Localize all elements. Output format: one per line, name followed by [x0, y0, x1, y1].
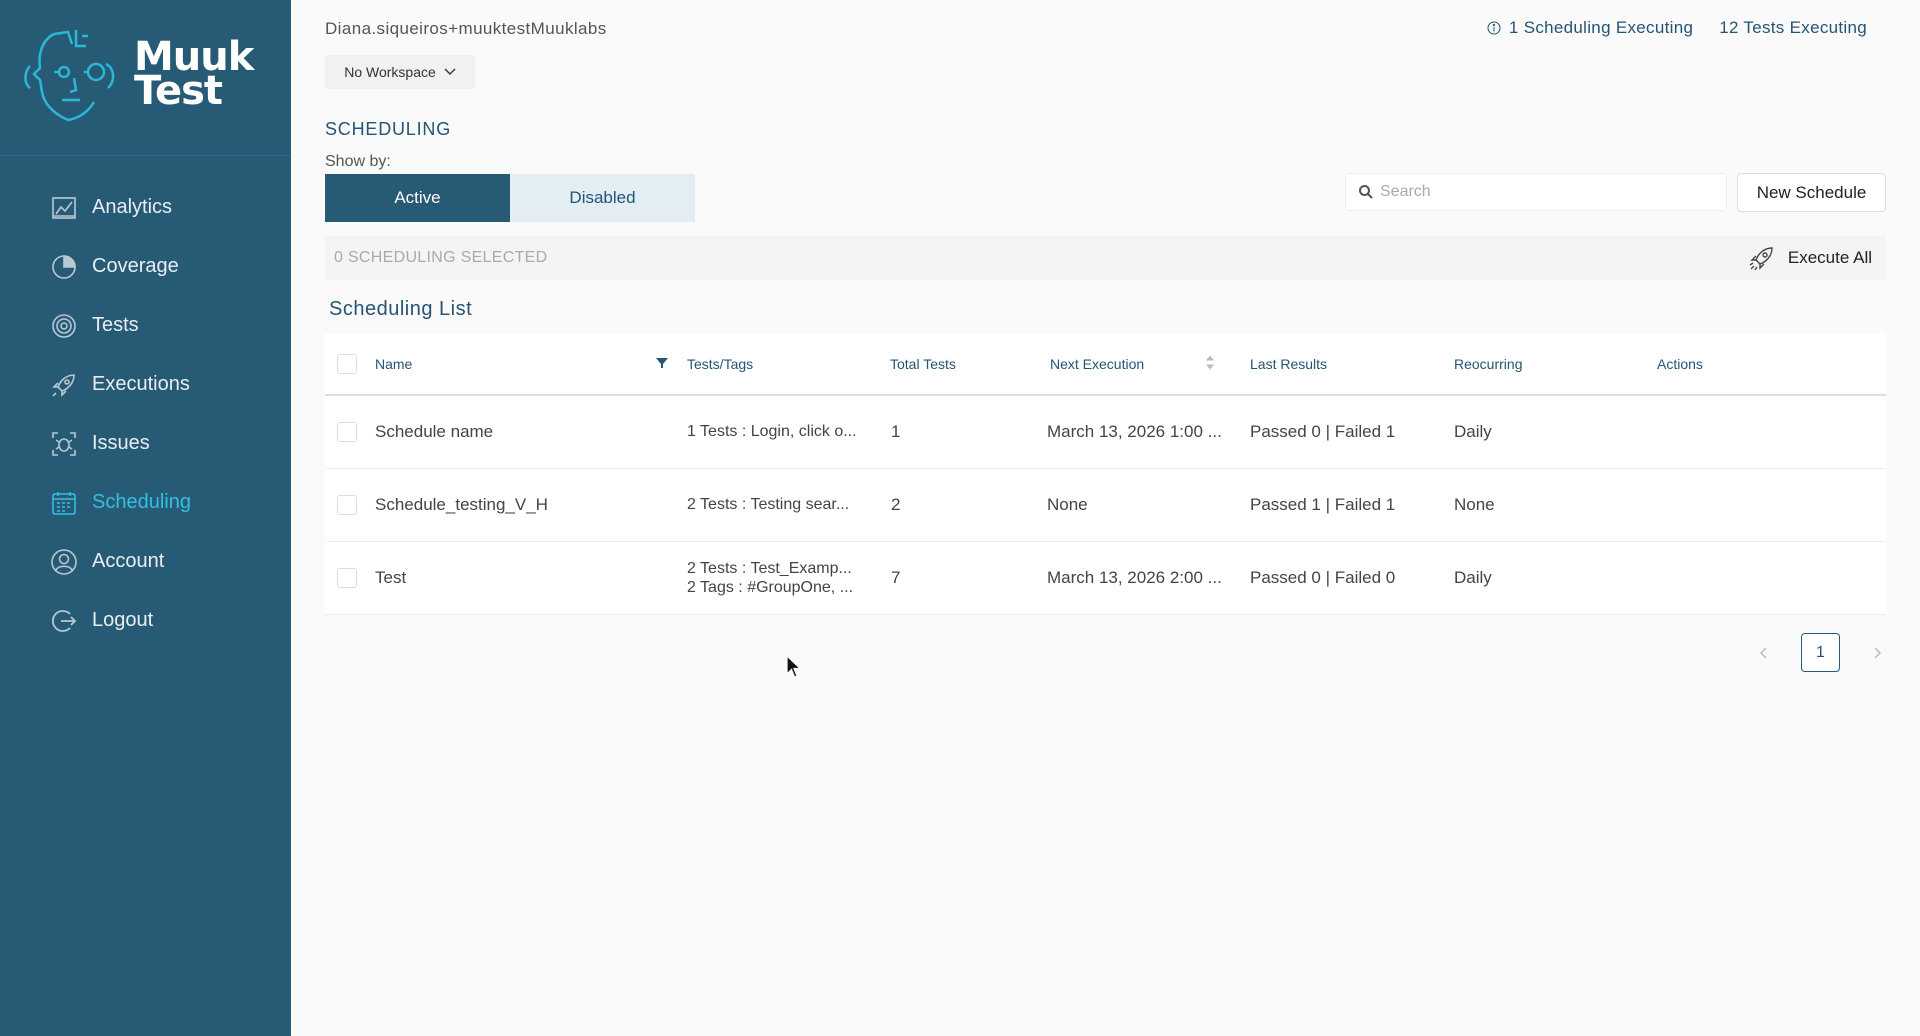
schedule-next-execution: March 13, 2026 1:00 ... — [1047, 422, 1222, 441]
chevron-down-icon — [444, 68, 456, 75]
scheduling-table: Name Tests/Tags Total Tests Next Executi… — [325, 333, 1886, 615]
sidebar-item-label: Executions — [92, 373, 190, 395]
schedule-name[interactable]: Test — [375, 568, 406, 588]
rocket-icon — [50, 371, 78, 399]
show-by-toggle: Active Disabled — [325, 174, 695, 222]
schedule-tests-tags: 1 Tests : Login, click o... — [687, 423, 857, 440]
schedule-total-tests: 1 — [891, 422, 901, 441]
select-all-checkbox[interactable] — [337, 353, 357, 374]
sidebar-item-label: Scheduling — [92, 491, 191, 513]
logo-face-icon — [24, 30, 115, 122]
show-by-label: Show by: — [325, 153, 391, 170]
sidebar-item-issues[interactable]: Issues — [0, 414, 291, 473]
sidebar-item-coverage[interactable]: Coverage — [0, 237, 291, 296]
new-schedule-button[interactable]: New Schedule — [1737, 173, 1886, 212]
main-content: Diana.siqueiros+muuktestMuuklabs 1 Sched… — [291, 0, 1920, 1036]
row-checkbox[interactable] — [337, 422, 357, 442]
prev-page-icon[interactable] — [1753, 643, 1773, 663]
schedule-last-results: Passed 0 | Failed 1 — [1250, 422, 1396, 441]
execute-all-label: Execute All — [1787, 248, 1872, 267]
schedule-total-tests: 7 — [891, 568, 901, 587]
search-input[interactable] — [1380, 183, 1720, 201]
sidebar-item-label: Tests — [92, 314, 139, 336]
execute-all-button[interactable]: Execute All — [1748, 244, 1872, 272]
sidebar-item-logout[interactable]: Logout — [0, 591, 291, 650]
schedule-tags-line: 2 Tags : #GroupOne, ... — [687, 579, 854, 596]
column-header-recurring: Reocurring — [1454, 355, 1523, 372]
sort-icon[interactable] — [1205, 354, 1215, 373]
logo[interactable]: Muuk Test — [0, 0, 291, 156]
coverage-icon — [50, 253, 78, 281]
table-row[interactable]: Schedule name 1 Tests : Login, click o..… — [325, 396, 1886, 469]
info-icon — [1487, 21, 1501, 35]
selected-count: 0 SCHEDULING SELECTED — [334, 249, 548, 266]
schedule-last-results: Passed 0 | Failed 0 — [1250, 568, 1396, 587]
schedule-recurring: Daily — [1454, 568, 1492, 587]
toggle-disabled-button[interactable]: Disabled — [510, 174, 695, 222]
rocket-icon — [1749, 247, 1773, 271]
brand-line2: Test — [134, 68, 223, 114]
analytics-icon — [50, 194, 78, 222]
execution-status: 1 Scheduling Executing 12 Tests Executin… — [1487, 18, 1867, 38]
sidebar-item-label: Coverage — [92, 255, 179, 277]
schedule-recurring: Daily — [1454, 422, 1492, 441]
schedule-total-tests: 2 — [891, 495, 901, 514]
logo-text: Muuk Test — [134, 37, 254, 111]
sidebar-item-label: Analytics — [92, 196, 173, 218]
sidebar-item-label: Account — [92, 550, 165, 572]
column-header-actions: Actions — [1657, 355, 1703, 372]
table-header: Name Tests/Tags Total Tests Next Executi… — [325, 333, 1886, 396]
sidebar-item-tests[interactable]: Tests — [0, 296, 291, 355]
scheduling-list-title: Scheduling List — [329, 298, 473, 320]
workspace-dropdown[interactable]: No Workspace — [325, 55, 475, 89]
sidebar-item-label: Issues — [92, 432, 150, 454]
sidebar-item-scheduling[interactable]: Scheduling — [0, 473, 291, 532]
column-header-last-results: Last Results — [1250, 355, 1328, 372]
sidebar-item-executions[interactable]: Executions — [0, 355, 291, 414]
schedule-name[interactable]: Schedule name — [375, 422, 493, 442]
pagination: 1 — [1753, 633, 1888, 672]
filter-icon[interactable] — [656, 356, 668, 372]
row-checkbox[interactable] — [337, 568, 357, 588]
workspace-label: No Workspace — [344, 64, 436, 80]
row-checkbox[interactable] — [337, 495, 357, 515]
schedule-tests-tags: 2 Tests : Test_Examp... 2 Tags : #GroupO… — [687, 559, 853, 597]
tests-executing-link[interactable]: 12 Tests Executing — [1719, 18, 1867, 38]
column-header-name[interactable]: Name — [375, 356, 412, 372]
table-row[interactable]: Test 2 Tests : Test_Examp... 2 Tags : #G… — [325, 542, 1886, 615]
toggle-active-button[interactable]: Active — [325, 174, 510, 222]
tests-icon — [50, 312, 78, 340]
column-header-next-execution[interactable]: Next Execution — [1050, 356, 1144, 372]
sidebar-item-account[interactable]: Account — [0, 532, 291, 591]
schedule-recurring: None — [1454, 495, 1495, 514]
selection-bar: 0 SCHEDULING SELECTED Execute All — [325, 236, 1886, 280]
bug-icon — [50, 430, 78, 458]
user-email: Diana.siqueiros+muuktestMuuklabs — [325, 19, 607, 38]
sidebar-nav: Analytics Coverage Tests Executions Issu… — [0, 178, 291, 650]
column-header-tags: Tests/Tags — [687, 355, 754, 372]
schedule-tests-line: 2 Tests : Test_Examp... — [687, 560, 852, 577]
schedule-last-results: Passed 1 | Failed 1 — [1250, 495, 1396, 514]
sidebar-item-analytics[interactable]: Analytics — [0, 178, 291, 237]
search-icon — [1359, 185, 1373, 199]
page-title: SCHEDULING — [325, 119, 452, 139]
table-row[interactable]: Schedule_testing_V_H 2 Tests : Testing s… — [325, 469, 1886, 542]
schedule-tests-tags: 2 Tests : Testing sear... — [687, 496, 850, 513]
schedule-next-execution: March 13, 2026 2:00 ... — [1047, 568, 1222, 587]
schedule-name[interactable]: Schedule_testing_V_H — [375, 495, 548, 515]
schedule-next-execution: None — [1047, 495, 1088, 514]
sidebar: Muuk Test Analytics Coverage Tests Execu… — [0, 0, 291, 1036]
search-box — [1345, 173, 1727, 211]
mouse-cursor-icon — [786, 655, 802, 678]
column-header-total: Total Tests — [890, 355, 956, 372]
user-icon — [50, 548, 78, 576]
calendar-icon — [50, 489, 78, 517]
scheduling-executing-link[interactable]: 1 Scheduling Executing — [1509, 18, 1693, 38]
next-page-icon[interactable] — [1868, 643, 1888, 663]
logout-icon — [50, 607, 78, 635]
page-number[interactable]: 1 — [1801, 633, 1840, 672]
sidebar-item-label: Logout — [92, 609, 154, 631]
